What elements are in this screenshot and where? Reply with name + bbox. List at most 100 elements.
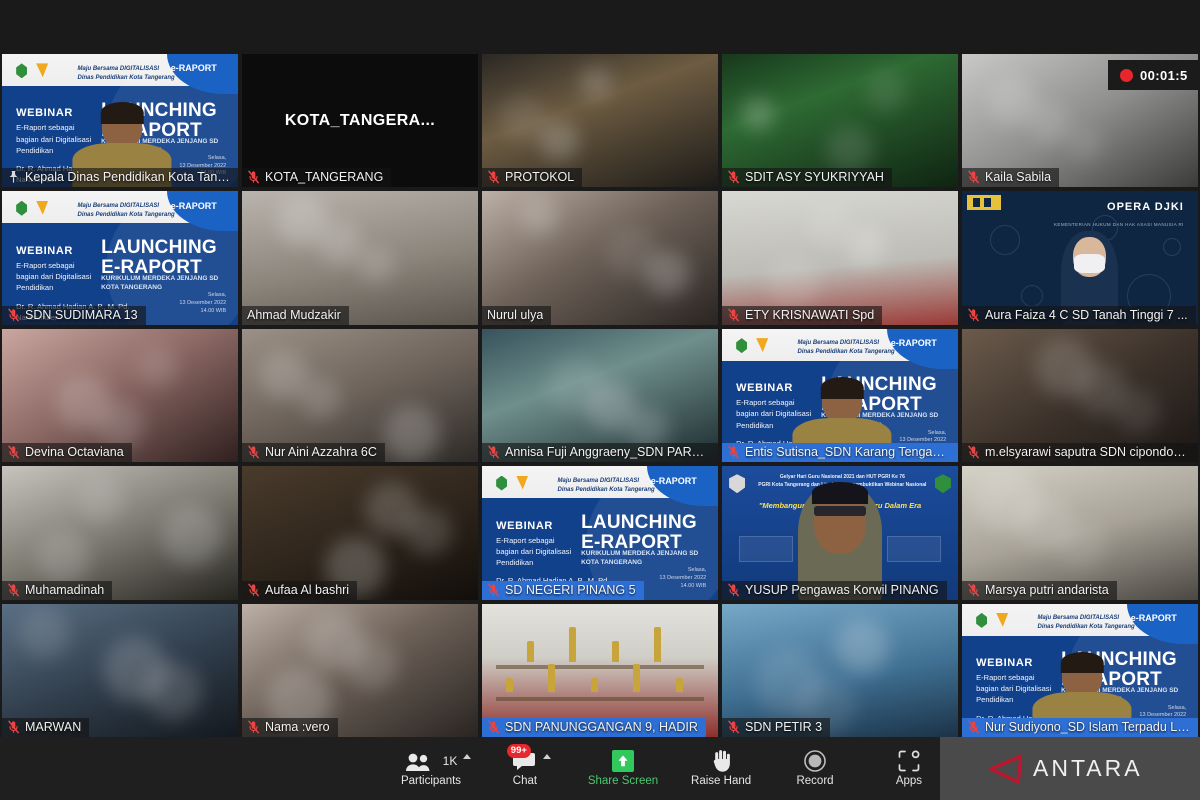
- trophy-icon: [633, 664, 640, 692]
- video-blur-blob: [835, 620, 889, 674]
- slide-header-text: Maju Bersama DIGITALISASIDinas Pendidika…: [558, 477, 655, 495]
- participant-name: m.elsyarawi saputra SDN cipondoh 4: [985, 445, 1190, 459]
- participant-tile[interactable]: MARWAN: [2, 604, 238, 737]
- participant-tile[interactable]: Nur Aini Azzahra 6C: [242, 329, 478, 462]
- dinas-logo-icon: [16, 201, 27, 216]
- participant-tile[interactable]: e-RAPORTMaju Bersama DIGITALISASIDinas P…: [2, 54, 238, 187]
- mic-muted-icon: [967, 170, 980, 184]
- participants-label: Participants: [401, 775, 461, 787]
- participant-tile[interactable]: ETY KRISNAWATI Spd: [722, 191, 958, 324]
- raise-hand-button[interactable]: Raise Hand: [690, 750, 752, 787]
- slide-date: Selasa,13 Desember 202214.00 WIB: [179, 292, 226, 315]
- participant-video: [242, 329, 478, 462]
- shelf: [496, 665, 704, 669]
- chat-button[interactable]: 99+ Chat: [494, 750, 556, 787]
- slide-title: LAUNCHINGE-RAPORT: [581, 513, 697, 553]
- participant-name: Devina Octaviana: [25, 445, 124, 459]
- video-blur-blob: [1035, 338, 1094, 397]
- record-button[interactable]: Record: [784, 750, 846, 787]
- participant-name-bar: Ahmad Mudzakir: [242, 306, 349, 325]
- participant-name-bar: Aufaa Al bashri: [242, 581, 357, 600]
- participant-tile[interactable]: Gelyar Hari Guru Nasional 2021 dan HUT P…: [722, 466, 958, 599]
- mic-muted-icon: [247, 720, 260, 734]
- participant-tile[interactable]: Nurul ulya: [482, 191, 718, 324]
- webcam-feed: [482, 191, 718, 324]
- record-dot-icon: [1120, 69, 1133, 82]
- speaker-hair: [101, 102, 143, 123]
- participant-tile[interactable]: Nama :vero: [242, 604, 478, 737]
- participant-name: PROTOKOL: [505, 170, 574, 184]
- participant-video: [2, 329, 238, 462]
- participant-tile[interactable]: KOTA_TANGERA...KOTA_TANGERANG: [242, 54, 478, 187]
- video-blur-blob: [605, 226, 657, 278]
- participant-name: SDN SUDIMARA 13: [25, 308, 138, 322]
- participant-tile[interactable]: Muhamadinah: [2, 466, 238, 599]
- participant-tile[interactable]: Aufaa Al bashri: [242, 466, 478, 599]
- webcam-feed: [2, 466, 238, 599]
- video-blur-blob: [826, 126, 874, 174]
- pgri-panel: [739, 536, 793, 563]
- djki-title: OPERA DJKI: [1107, 201, 1184, 213]
- video-blur-blob: [807, 202, 853, 248]
- video-blur-blob: [1068, 127, 1103, 162]
- participant-video: [962, 466, 1198, 599]
- participant-tile[interactable]: Devina Octaviana: [2, 329, 238, 462]
- webinar-slide: e-RAPORTMaju Bersama DIGITALISASIDinas P…: [2, 191, 238, 324]
- participant-name-bar: SDN PETIR 3: [722, 718, 830, 737]
- participant-name-bar: Nama :vero: [242, 718, 338, 737]
- participant-tile[interactable]: e-RAPORTMaju Bersama DIGITALISASIDinas P…: [2, 191, 238, 324]
- participant-tile[interactable]: Ahmad Mudzakir: [242, 191, 478, 324]
- chat-chevron-up-icon[interactable]: [543, 754, 551, 759]
- participant-tile[interactable]: e-RAPORTMaju Bersama DIGITALISASIDinas P…: [722, 329, 958, 462]
- webcam-feed: [482, 54, 718, 187]
- video-blur-blob: [499, 95, 546, 142]
- participant-name: Marsya putri andarista: [985, 583, 1109, 597]
- webcam-feed: [722, 54, 958, 187]
- participant-tile[interactable]: e-RAPORTMaju Bersama DIGITALISASIDinas P…: [482, 466, 718, 599]
- eraport-brand: e-RAPORT: [1131, 613, 1177, 623]
- share-screen-icon: [612, 750, 634, 772]
- merdeka-logo-icon: [516, 476, 528, 490]
- participant-tile[interactable]: PROTOKOL: [482, 54, 718, 187]
- trophy-icon: [654, 627, 661, 662]
- participant-name-bar: KOTA_TANGERANG: [242, 168, 391, 187]
- video-blur-blob: [19, 608, 70, 659]
- hand-icon: [711, 750, 732, 772]
- participant-name-bar: SDN PANUNGGANGAN 9, HADIR: [482, 718, 706, 737]
- participant-name-bar: ETY KRISNAWATI Spd: [722, 306, 882, 325]
- video-blur-blob: [365, 482, 419, 536]
- webcam-feed: [722, 191, 958, 324]
- webcam-feed: [722, 604, 958, 737]
- participant-tile[interactable]: SDIT ASY SYUKRIYYAH: [722, 54, 958, 187]
- participant-tile[interactable]: SDN PANUNGGANGAN 9, HADIR: [482, 604, 718, 737]
- dinas-logo-icon: [736, 338, 747, 353]
- apps-button[interactable]: Apps: [878, 750, 940, 787]
- participant-tile[interactable]: Marsya putri andarista: [962, 466, 1198, 599]
- mic-muted-icon: [967, 583, 980, 597]
- participant-video: [242, 191, 478, 324]
- webcam-feed: [2, 604, 238, 737]
- chat-bubble-icon: 99+: [513, 750, 537, 772]
- video-blur-blob: [579, 66, 612, 99]
- participant-tile[interactable]: Annisa Fuji Anggraeny_SDN PARAP...: [482, 329, 718, 462]
- participant-tile[interactable]: OPERA DJKIKEMENTERIAN HUKUM DAN HAK ASAS…: [962, 191, 1198, 324]
- trophy-icon: [506, 678, 513, 692]
- apps-label: Apps: [896, 775, 922, 787]
- participant-video: OPERA DJKIKEMENTERIAN HUKUM DAN HAK ASAS…: [962, 191, 1198, 324]
- mic-muted-icon: [727, 445, 740, 459]
- mic-muted-icon: [727, 583, 740, 597]
- share-screen-button[interactable]: Share Screen: [588, 750, 658, 787]
- video-blur-blob: [306, 613, 365, 672]
- speaker-hair: [1061, 652, 1103, 673]
- participant-tile[interactable]: m.elsyarawi saputra SDN cipondoh 4: [962, 329, 1198, 462]
- trophy-icon: [612, 641, 619, 662]
- slide-header-text: Maju Bersama DIGITALISASIDinas Pendidika…: [78, 65, 175, 83]
- participant-name-bar: m.elsyarawi saputra SDN cipondoh 4: [962, 443, 1198, 462]
- participants-button[interactable]: 1K Participants: [400, 750, 462, 787]
- participants-chevron-up-icon[interactable]: [463, 754, 471, 759]
- participant-tile[interactable]: SDN PETIR 3: [722, 604, 958, 737]
- webcam-feed: [962, 466, 1198, 599]
- participant-name-bar: Kaila Sabila: [962, 168, 1059, 187]
- participant-tile[interactable]: e-RAPORTMaju Bersama DIGITALISASIDinas P…: [962, 604, 1198, 737]
- participant-name-bar: Aura Faiza 4 C SD Tanah Tinggi 7 ...: [962, 306, 1196, 325]
